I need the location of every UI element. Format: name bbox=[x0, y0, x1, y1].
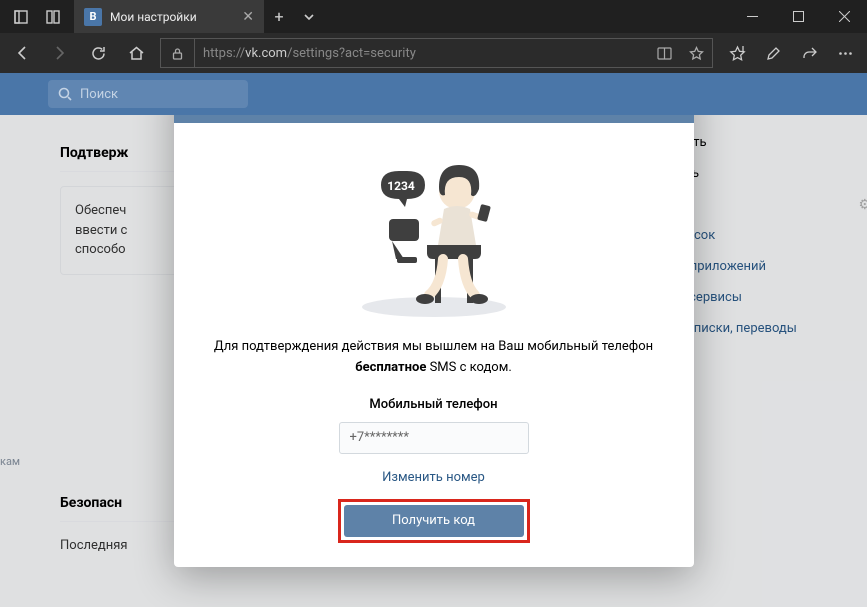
modal-header: Подтверждение действия ✕ bbox=[174, 115, 694, 123]
tab-strip: B Мои настройки ✕ + bbox=[0, 0, 867, 33]
submit-highlight: Получить код bbox=[338, 499, 530, 543]
modal-description: Для подтверждения действия мы вышлем на … bbox=[208, 337, 660, 379]
vk-favicon-icon: B bbox=[84, 8, 102, 26]
modal-body: 1234 bbox=[174, 123, 694, 567]
confirmation-modal: Подтверждение действия ✕ bbox=[174, 115, 694, 567]
home-button[interactable] bbox=[118, 33, 154, 73]
modal-overlay: Подтверждение действия ✕ bbox=[0, 115, 867, 607]
illustration: 1234 bbox=[339, 149, 529, 319]
tab-close-icon[interactable]: ✕ bbox=[242, 9, 254, 25]
address-bar: https://vk.com/settings?act=security bbox=[0, 33, 867, 73]
phone-input[interactable] bbox=[339, 422, 529, 454]
tab-overflow-icon[interactable] bbox=[294, 0, 324, 33]
tab-title: Мои настройки bbox=[110, 10, 234, 24]
set-aside-icon[interactable] bbox=[40, 4, 66, 30]
phone-label: Мобильный телефон bbox=[208, 397, 660, 412]
back-button[interactable] bbox=[4, 33, 40, 73]
url-box[interactable]: https://vk.com/settings?act=security bbox=[160, 38, 713, 68]
url-text: https://vk.com/settings?act=security bbox=[195, 46, 648, 61]
get-code-button[interactable]: Получить код bbox=[344, 505, 524, 537]
favorite-icon[interactable] bbox=[680, 46, 712, 61]
code-bubble: 1234 bbox=[387, 179, 415, 193]
forward-button bbox=[42, 33, 78, 73]
share-icon[interactable] bbox=[791, 33, 827, 73]
browser-chrome: B Мои настройки ✕ + https://vk.com/setti… bbox=[0, 0, 867, 73]
search-placeholder: Поиск bbox=[80, 87, 118, 102]
minimize-button[interactable] bbox=[729, 0, 775, 33]
change-number-link[interactable]: Изменить номер bbox=[382, 470, 485, 485]
favorites-hub-icon[interactable] bbox=[719, 33, 755, 73]
lock-icon[interactable] bbox=[161, 39, 195, 67]
vk-search[interactable]: Поиск bbox=[48, 80, 248, 108]
refresh-button[interactable] bbox=[80, 33, 116, 73]
reading-view-icon[interactable] bbox=[648, 46, 680, 61]
search-icon bbox=[58, 87, 72, 101]
maximize-button[interactable] bbox=[775, 0, 821, 33]
close-window-button[interactable] bbox=[821, 0, 867, 33]
new-tab-button[interactable]: + bbox=[264, 0, 294, 33]
window-controls bbox=[729, 0, 867, 33]
notes-icon[interactable] bbox=[755, 33, 791, 73]
sidebar-toggle-icon[interactable] bbox=[8, 4, 34, 30]
tab-active[interactable]: B Мои настройки ✕ bbox=[74, 0, 264, 33]
more-icon[interactable] bbox=[827, 33, 863, 73]
vk-header: Поиск bbox=[0, 73, 867, 115]
page-content: Подтверж Обеспеч ввести с способо Безопа… bbox=[0, 115, 867, 607]
